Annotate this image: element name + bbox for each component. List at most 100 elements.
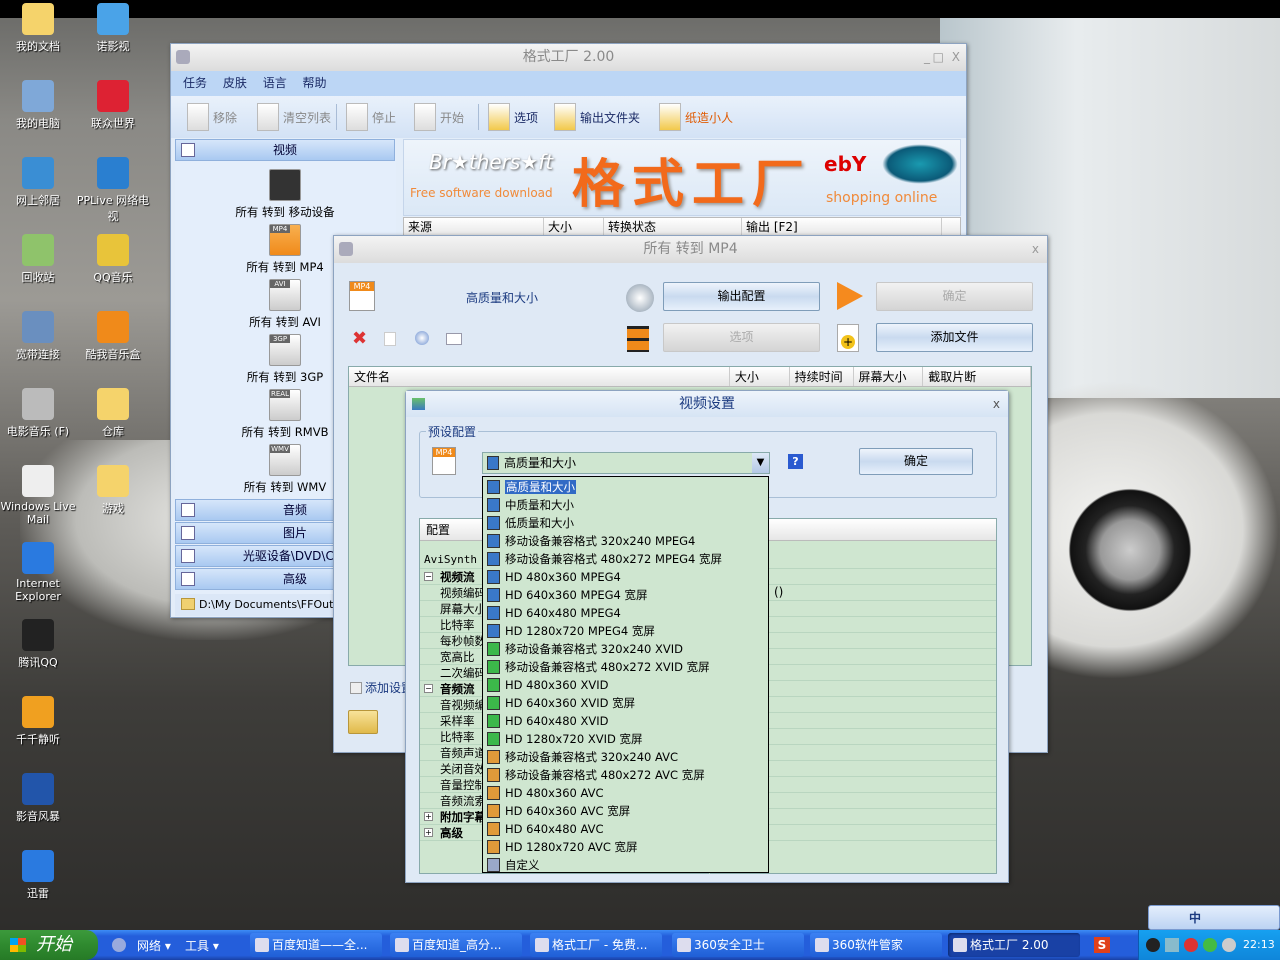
dropdown-option[interactable]: HD 1280x720 MPEG4 宽屏 [483,622,768,640]
taskbar-button[interactable]: 360安全卫士 [672,933,804,957]
remove-icon[interactable]: ✖ [352,328,367,349]
column-header[interactable]: 大小 [730,367,790,386]
360-tray-icon[interactable] [1203,938,1217,952]
config-tree-item[interactable]: 每秒帧数 [440,633,486,649]
language-indicator[interactable]: 中 [1189,909,1201,926]
output-folder-button[interactable] [348,710,378,734]
taskbar-button[interactable]: 格式工厂 2.00 [948,933,1080,957]
brothersoft-logo[interactable]: Br★thers★ft [429,150,553,174]
dropdown-option[interactable]: HD 640x360 XVID 宽屏 [483,694,768,712]
desktop-icon[interactable]: Internet Explorer [0,542,76,603]
desktop-icon[interactable]: 我的电脑 [0,80,76,131]
desktop-icon[interactable]: 酷我音乐盒 [75,311,151,362]
toolbar-button[interactable]: 选项 [488,100,538,134]
config-tree-item[interactable]: AviSynth [424,553,477,566]
add-settings-checkbox[interactable]: 添加设置 [350,679,413,696]
config-tree-item[interactable]: 采样率 [440,713,475,729]
menu-help[interactable]: 帮助 [303,76,327,90]
mp4-titlebar[interactable]: 所有 转到 MP4 x [334,236,1047,263]
desktop-icon[interactable]: 网上邻居 [0,157,76,208]
dropdown-option[interactable]: HD 640x480 AVC [483,820,768,838]
dropdown-option[interactable]: HD 640x360 MPEG4 宽屏 [483,586,768,604]
close-button[interactable]: x [993,391,1000,417]
menu-skin[interactable]: 皮肤 [223,76,247,90]
ebay-logo[interactable]: ebY [824,152,866,176]
toolbar-button[interactable]: 输出文件夹 [554,100,640,134]
config-tree-item[interactable]: 关闭音效 [440,761,486,777]
toolbar-button[interactable]: 开始 [414,100,464,134]
preset-dropdown-list[interactable]: 高质量和大小 中质量和大小 低质量和大小 移动设备兼容格式 320x240 MPEG4… [482,476,769,873]
config-tree-item[interactable]: 视频编码 [440,585,486,601]
quicklaunch-ie-icon[interactable] [112,938,126,952]
menu-language[interactable]: 语言 [263,76,287,90]
desktop-icon[interactable]: Windows Live Mail [0,465,76,526]
dropdown-option[interactable]: HD 480x360 AVC [483,784,768,802]
collapse-icon[interactable]: − [424,572,433,581]
expand-icon[interactable]: + [424,828,433,837]
desktop-icon[interactable]: 千千静听 [0,696,76,747]
desktop-icon[interactable]: 诺影视 [75,3,151,54]
config-tree-item[interactable]: 视频流 [440,569,475,585]
preset-ok-button[interactable]: 确定 [859,448,973,475]
dropdown-option[interactable]: HD 640x360 AVC 宽屏 [483,802,768,820]
video-convert-item[interactable]: 所有 转到 移动设备 [175,169,395,220]
dropdown-option[interactable]: 移动设备兼容格式 480x272 XVID 宽屏 [483,658,768,676]
dropdown-option[interactable]: 移动设备兼容格式 320x240 XVID [483,640,768,658]
desktop-icon[interactable]: 迅雷 [0,850,76,901]
expand-icon[interactable]: + [424,812,433,821]
desktop-icon[interactable]: 游戏 [75,465,151,516]
dropdown-option[interactable]: 移动设备兼容格式 320x240 MPEG4 [483,532,768,550]
sidebar-video-header[interactable]: 视频 [175,139,395,161]
dropdown-option[interactable]: 高质量和大小 [483,478,768,496]
config-tree-item[interactable]: 屏幕大小 [440,601,486,617]
language-bar[interactable]: 中 [1148,905,1280,930]
add-file-button[interactable]: 添加文件 [876,323,1033,352]
dropdown-option[interactable]: HD 1280x720 XVID 宽屏 [483,730,768,748]
video-settings-titlebar[interactable]: 视频设置 x [406,391,1008,417]
desktop-icon[interactable]: QQ音乐 [75,234,151,285]
close-button[interactable]: X [952,44,960,71]
config-tree-item[interactable]: 附加字幕 [440,809,486,825]
dropdown-option[interactable]: HD 640x480 XVID [483,712,768,730]
desktop-icon[interactable]: PPLive 网络电视 [75,157,151,224]
column-header[interactable]: 持续时间 [790,367,854,386]
desktop-icon[interactable]: 我的文档 [0,3,76,54]
column-header[interactable]: 输出 [F2] [742,218,942,236]
config-tree-item[interactable]: 音量控制 [440,777,486,793]
toolbar-button[interactable]: 清空列表 [257,100,331,134]
quicklaunch-network-menu[interactable]: 网络 ▾ [137,937,171,954]
dropdown-option[interactable]: 移动设备兼容格式 320x240 AVC [483,748,768,766]
dropdown-option[interactable]: HD 480x360 XVID [483,676,768,694]
options-button[interactable]: 选项 [663,323,820,352]
toolbar-button[interactable]: 移除 [187,100,237,134]
desktop-icon[interactable]: 回收站 [0,234,76,285]
clear-icon[interactable] [384,332,396,346]
menu-task[interactable]: 任务 [183,76,207,90]
desktop-icon[interactable]: 腾讯QQ [0,619,76,670]
preset-select[interactable]: 高质量和大小 ▼ [482,452,770,474]
360-shield-tray-icon[interactable] [1184,938,1198,952]
quicklaunch-tools-menu[interactable]: 工具 ▾ [185,937,219,954]
dropdown-option[interactable]: 移动设备兼容格式 480x272 MPEG4 宽屏 [483,550,768,568]
desktop-icon[interactable]: 影音风暴 [0,773,76,824]
config-tree-item[interactable]: 比特率 [440,729,475,745]
help-button[interactable]: ? [788,454,803,469]
column-header[interactable]: 来源 [404,218,544,236]
desktop-icon[interactable]: 仓库 [75,388,151,439]
checkbox-box[interactable] [350,681,362,694]
toolbar-button[interactable]: 停止 [346,100,396,134]
config-tree-item[interactable]: 宽高比 [440,649,475,665]
config-tree-item[interactable]: 音频声道 [440,745,486,761]
clock[interactable]: 22:13 [1243,938,1275,951]
output-config-button[interactable]: 输出配置 [663,282,820,311]
maximize-button[interactable]: □ [933,44,944,71]
sogou-icon[interactable]: S [1094,937,1110,953]
desktop-icon[interactable]: 电影音乐 (F) [0,388,76,439]
taskbar-button[interactable]: 百度知道_高分... [390,933,522,957]
toolbar-button[interactable]: 纸造小人 [659,100,733,134]
chevron-down-icon[interactable]: ▼ [752,453,769,473]
info-icon[interactable] [446,333,462,345]
dropdown-option[interactable]: 自定义 [483,856,768,874]
dropdown-option[interactable]: 中质量和大小 [483,496,768,514]
taskbar-button[interactable]: 格式工厂 - 免费... [530,933,662,957]
